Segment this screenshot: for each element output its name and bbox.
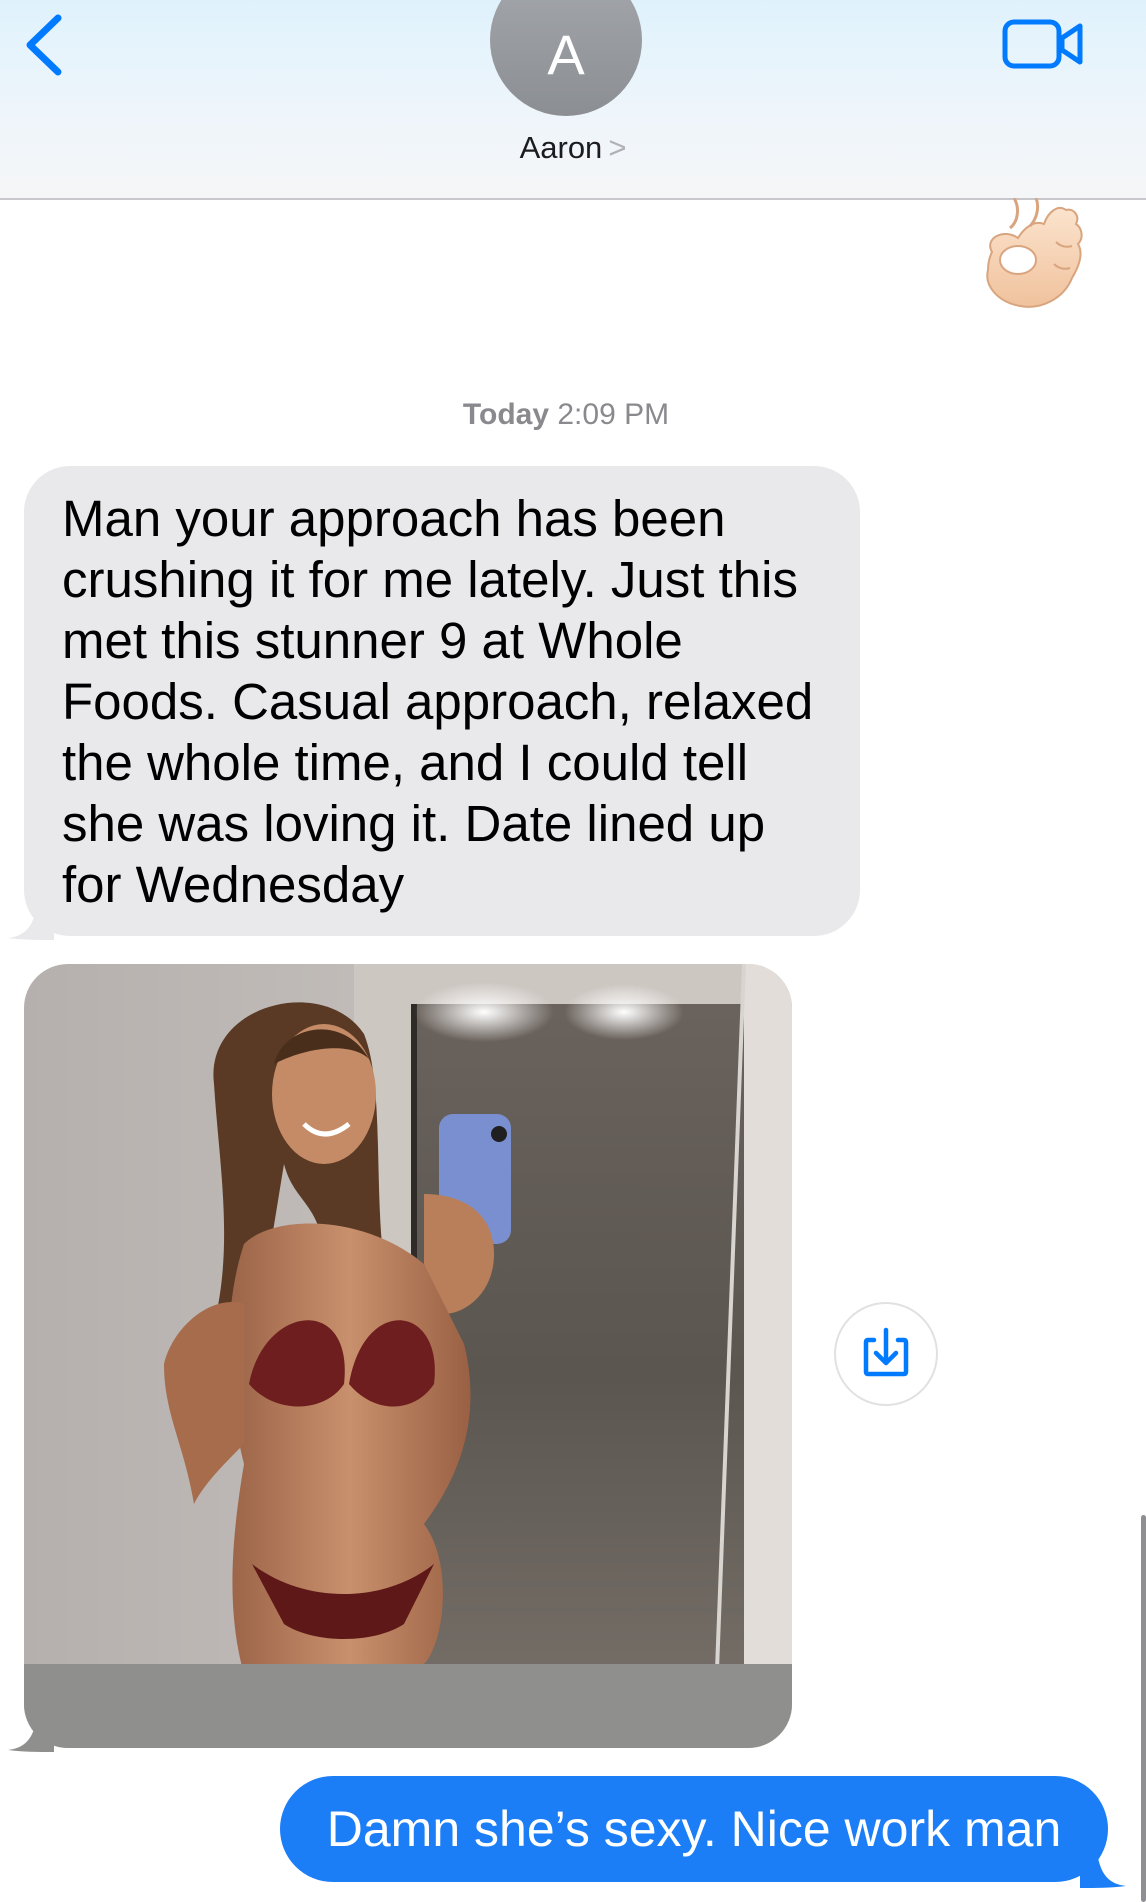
- timestamp-day: Today: [462, 398, 550, 431]
- conversation-header: A Aaron >: [0, 0, 1146, 200]
- timestamp-time: 2:09 PM: [557, 398, 670, 431]
- mirror-selfie-image: [24, 964, 792, 1748]
- chevron-right-icon: >: [608, 130, 627, 165]
- outgoing-message-bubble[interactable]: Damn she’s sexy. Nice work man: [280, 1776, 1108, 1882]
- save-photo-button[interactable]: [834, 1302, 938, 1406]
- ok-hand-emoji-icon: [986, 198, 1083, 308]
- photo-bubble-tail: [8, 1722, 54, 1752]
- contact-name-button[interactable]: Aaron >: [473, 130, 673, 166]
- incoming-bubble-tail: [8, 910, 54, 940]
- incoming-photo-attachment[interactable]: [24, 964, 792, 1748]
- message-timestamp: Today 2:09 PM: [0, 398, 1132, 432]
- back-chevron-icon[interactable]: [22, 10, 72, 80]
- outgoing-bubble-tail: [1080, 1858, 1126, 1888]
- video-camera-icon[interactable]: [1002, 18, 1084, 70]
- contact-name: Aaron: [519, 130, 603, 165]
- contact-avatar[interactable]: A: [490, 0, 642, 116]
- incoming-message-bubble[interactable]: Man your approach has been crushing it f…: [24, 466, 860, 936]
- scroll-indicator[interactable]: [1141, 1515, 1146, 1902]
- download-icon: [863, 1327, 909, 1377]
